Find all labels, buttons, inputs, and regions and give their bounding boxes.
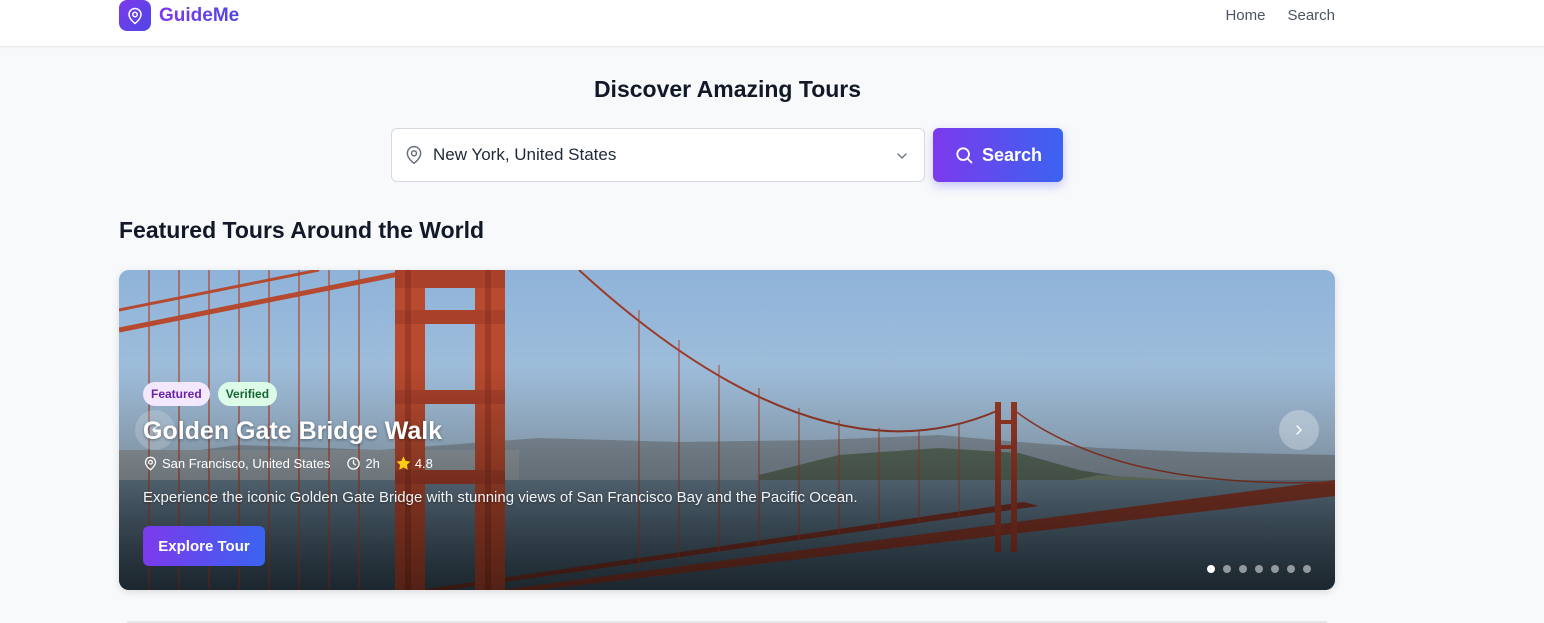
- star-icon: [396, 456, 411, 471]
- carousel-dot[interactable]: [1303, 565, 1311, 573]
- badge-group: Featured Verified: [143, 382, 278, 406]
- tour-rating-text: 4.8: [414, 456, 433, 471]
- map-pin-icon: [404, 145, 424, 165]
- location-value: New York, United States: [433, 145, 617, 164]
- clock-icon: [346, 456, 361, 471]
- nav-link-search[interactable]: Search: [1287, 7, 1335, 24]
- carousel-dot[interactable]: [1207, 565, 1215, 573]
- brand[interactable]: GuideMe: [119, 0, 239, 31]
- carousel-dots: [1207, 565, 1311, 573]
- tour-meta: San Francisco, United States 2h 4.8: [143, 456, 433, 471]
- chevron-down-icon: [894, 148, 910, 164]
- carousel-dot[interactable]: [1287, 565, 1295, 573]
- tour-duration: 2h: [346, 456, 380, 471]
- page-title: Discover Amazing Tours: [593, 76, 862, 102]
- carousel-dot[interactable]: [1239, 565, 1247, 573]
- featured-carousel: Featured Verified Golden Gate Bridge Wal…: [119, 270, 1335, 590]
- section-title: Featured Tours Around the World: [119, 217, 485, 243]
- search-button[interactable]: Search: [933, 128, 1063, 182]
- search-icon: [954, 145, 974, 165]
- carousel-dot[interactable]: [1271, 565, 1279, 573]
- chevron-right-icon: [1291, 422, 1307, 438]
- nav-links: Home Search: [1225, 7, 1335, 24]
- tour-title: Golden Gate Bridge Walk: [143, 417, 443, 445]
- nav-link-home[interactable]: Home: [1225, 7, 1265, 24]
- tour-rating: 4.8: [396, 456, 433, 471]
- location-select[interactable]: New York, United States: [391, 128, 925, 182]
- tour-location-text: San Francisco, United States: [162, 456, 331, 471]
- carousel-dot[interactable]: [1255, 565, 1263, 573]
- explore-tour-button[interactable]: Explore Tour: [143, 526, 265, 566]
- carousel-next-button[interactable]: [1279, 410, 1319, 450]
- top-navbar: GuideMe Home Search: [0, 0, 1544, 47]
- tour-description: Experience the iconic Golden Gate Bridge…: [143, 489, 858, 506]
- tour-duration-text: 2h: [365, 456, 380, 471]
- brand-name: GuideMe: [159, 4, 240, 26]
- map-pin-icon: [143, 456, 158, 471]
- carousel-dot[interactable]: [1223, 565, 1231, 573]
- tour-location: San Francisco, United States: [143, 456, 330, 471]
- verified-badge: Verified: [217, 382, 278, 406]
- map-pin-icon: [119, 0, 151, 31]
- search-button-label: Search: [981, 144, 1043, 165]
- featured-badge: Featured: [143, 382, 210, 406]
